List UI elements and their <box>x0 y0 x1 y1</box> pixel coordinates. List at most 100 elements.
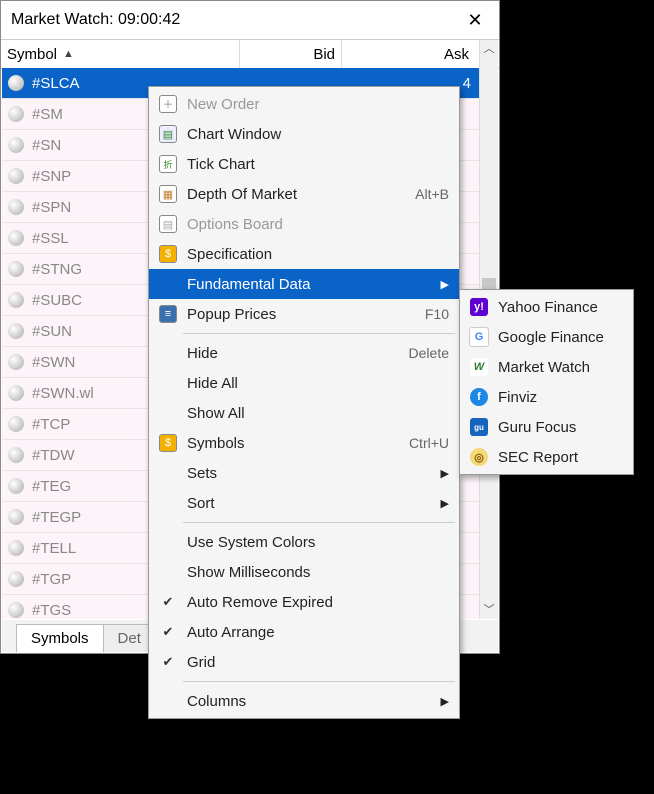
column-symbol[interactable]: Symbol ▲ <box>7 46 235 63</box>
menu-item-new-order: ＋New Order <box>149 89 459 119</box>
menu-item-use-system-colors[interactable]: Use System Colors <box>149 527 459 557</box>
guru-icon: gu <box>470 418 488 436</box>
menu-item-sort[interactable]: Sort▶ <box>149 488 459 518</box>
google-icon-wrap: G <box>466 327 492 347</box>
menu-item-label: Show Milliseconds <box>181 564 449 581</box>
menu-item-label: Fundamental Data <box>181 276 437 293</box>
status-indicator-icon <box>8 261 24 277</box>
menu-item-hide[interactable]: HideDelete <box>149 338 459 368</box>
symbol-label: #TCP <box>32 416 70 433</box>
symbol-label: #SNP <box>32 168 71 185</box>
menu-hotkey: Ctrl+U <box>409 435 449 451</box>
status-indicator-icon <box>8 168 24 184</box>
fundamental-data-submenu[interactable]: y!Yahoo FinanceGGoogle FinanceWMarket Wa… <box>459 289 634 475</box>
submenu-item-guru-focus[interactable]: guGuru Focus <box>460 412 633 442</box>
sort-asc-icon: ▲ <box>63 48 74 60</box>
menu-item-label: Auto Remove Expired <box>181 594 449 611</box>
submenu-item-label: Guru Focus <box>492 419 623 436</box>
menu-item-auto-arrange[interactable]: ✔Auto Arrange <box>149 617 459 647</box>
menu-item-popup-prices[interactable]: ≡Popup PricesF10 <box>149 299 459 329</box>
status-indicator-icon <box>8 602 24 618</box>
sec-icon: ◎ <box>470 448 488 466</box>
chart-icon: ▤ <box>155 125 181 143</box>
menu-item-columns[interactable]: Columns▶ <box>149 686 459 716</box>
yahoo-icon: y! <box>470 298 488 316</box>
submenu-item-label: Yahoo Finance <box>492 299 623 316</box>
neworder-icon: ＋ <box>155 95 181 113</box>
submenu-item-label: Google Finance <box>492 329 623 346</box>
mw-icon: W <box>470 358 488 376</box>
column-bid[interactable]: Bid <box>235 46 343 63</box>
popup-icon: ≡ <box>155 305 181 323</box>
status-indicator-icon <box>8 323 24 339</box>
symbol-label: #SWN.wl <box>32 385 94 402</box>
scroll-down-icon[interactable]: ﹀ <box>480 601 498 619</box>
symbol-label: #SLCA <box>32 75 80 92</box>
symbols-icon: $ <box>155 434 181 452</box>
tick-icon: 折 <box>155 155 181 173</box>
column-header: Symbol ▲ Bid Ask <box>1 40 499 69</box>
status-indicator-icon <box>8 478 24 494</box>
submenu-item-label: SEC Report <box>492 449 623 466</box>
guru-icon-wrap: gu <box>466 418 492 436</box>
submenu-item-finviz[interactable]: fFinviz <box>460 382 633 412</box>
menu-item-label: Chart Window <box>181 126 449 143</box>
menu-item-fundamental-data[interactable]: Fundamental Data▶ <box>149 269 459 299</box>
symbol-label: #STNG <box>32 261 82 278</box>
submenu-item-sec-report[interactable]: ◎SEC Report <box>460 442 633 472</box>
menu-item-grid[interactable]: ✔Grid <box>149 647 459 677</box>
symbol-label: #SPN <box>32 199 71 216</box>
menu-item-options-board: ▤Options Board <box>149 209 459 239</box>
status-indicator-icon <box>8 137 24 153</box>
symbol-label: #SUN <box>32 323 72 340</box>
menu-item-show-all[interactable]: Show All <box>149 398 459 428</box>
yahoo-icon-wrap: y! <box>466 298 492 316</box>
menu-item-label: Columns <box>181 693 437 710</box>
checkmark-icon: ✔ <box>155 594 181 610</box>
status-indicator-icon <box>8 199 24 215</box>
close-icon[interactable]: ✕ <box>461 10 489 31</box>
menu-item-label: Popup Prices <box>181 306 425 323</box>
status-indicator-icon <box>8 571 24 587</box>
symbol-label: #TEG <box>32 478 71 495</box>
submenu-item-google-finance[interactable]: GGoogle Finance <box>460 322 633 352</box>
menu-item-hide-all[interactable]: Hide All <box>149 368 459 398</box>
menu-item-chart-window[interactable]: ▤Chart Window <box>149 119 459 149</box>
scroll-up-icon[interactable]: ︿ <box>480 40 498 58</box>
status-indicator-icon <box>8 106 24 122</box>
symbol-label: #SSL <box>32 230 69 247</box>
column-symbol-label: Symbol <box>7 46 57 63</box>
checkmark-icon: ✔ <box>155 654 181 670</box>
menu-item-show-milliseconds[interactable]: Show Milliseconds <box>149 557 459 587</box>
menu-item-label: Show All <box>181 405 449 422</box>
symbol-label: #TGS <box>32 602 71 619</box>
menu-hotkey: Alt+B <box>415 186 449 202</box>
menu-item-specification[interactable]: $Specification <box>149 239 459 269</box>
submenu-item-label: Market Watch <box>492 359 623 376</box>
menu-item-label: Symbols <box>181 435 409 452</box>
column-ask[interactable]: Ask <box>343 46 499 63</box>
symbol-label: #TELL <box>32 540 76 557</box>
menu-item-label: Depth Of Market <box>181 186 415 203</box>
menu-item-tick-chart[interactable]: 折Tick Chart <box>149 149 459 179</box>
symbol-label: #SUBC <box>32 292 82 309</box>
tab-symbols[interactable]: Symbols <box>16 624 104 652</box>
depth-icon: ▦ <box>155 185 181 203</box>
submenu-item-yahoo-finance[interactable]: y!Yahoo Finance <box>460 292 633 322</box>
google-icon: G <box>469 327 489 347</box>
submenu-arrow-icon: ▶ <box>437 467 449 480</box>
menu-item-auto-remove-expired[interactable]: ✔Auto Remove Expired <box>149 587 459 617</box>
menu-separator <box>183 333 455 334</box>
menu-item-sets[interactable]: Sets▶ <box>149 458 459 488</box>
menu-item-symbols[interactable]: $SymbolsCtrl+U <box>149 428 459 458</box>
options-icon: ▤ <box>155 215 181 233</box>
symbol-label: #TDW <box>32 447 75 464</box>
status-indicator-icon <box>8 354 24 370</box>
menu-item-depth-of-market[interactable]: ▦Depth Of MarketAlt+B <box>149 179 459 209</box>
sec-icon-wrap: ◎ <box>466 448 492 466</box>
window-title: Market Watch: 09:00:42 <box>11 11 461 29</box>
context-menu[interactable]: ＋New Order▤Chart Window折Tick Chart▦Depth… <box>148 86 460 719</box>
status-indicator-icon <box>8 416 24 432</box>
submenu-arrow-icon: ▶ <box>437 497 449 510</box>
submenu-item-market-watch[interactable]: WMarket Watch <box>460 352 633 382</box>
